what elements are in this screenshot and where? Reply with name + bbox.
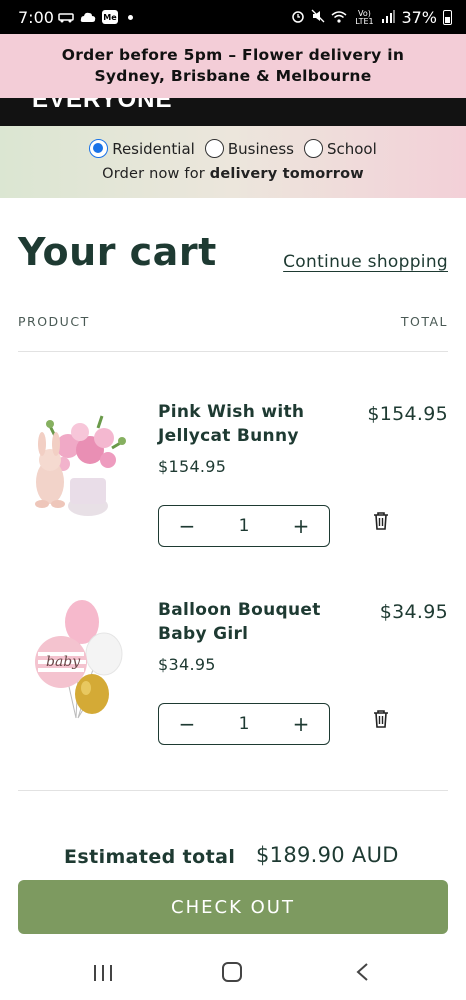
home-icon[interactable] bbox=[222, 962, 242, 982]
product-image-balloon-bouquet[interactable]: baby bbox=[28, 598, 128, 719]
notification-icon bbox=[58, 10, 74, 24]
network-label: Vo) LTE1 bbox=[355, 8, 374, 26]
quantity-increase-button[interactable]: + bbox=[273, 514, 329, 538]
quantity-increase-button[interactable]: + bbox=[273, 712, 329, 736]
quantity-stepper: − 1 + bbox=[158, 703, 330, 745]
checkout-button[interactable]: CHECK OUT bbox=[18, 880, 448, 934]
product-name[interactable]: Pink Wish with Jellycat Bunny bbox=[158, 400, 348, 448]
status-left-icons: Me bbox=[58, 10, 133, 24]
quantity-decrease-button[interactable]: − bbox=[159, 712, 215, 736]
radio-label: School bbox=[326, 139, 377, 158]
radio-label: Residential bbox=[112, 139, 195, 158]
more-notifications-dot bbox=[128, 14, 133, 20]
page-title: Your cart bbox=[18, 230, 217, 274]
site-header: EVERYONE bbox=[0, 98, 466, 126]
announcement-text: Order before 5pm – Flower delivery in Sy… bbox=[61, 46, 405, 85]
trash-icon[interactable] bbox=[372, 709, 390, 729]
radio-button[interactable] bbox=[204, 139, 224, 158]
quantity-value[interactable]: 1 bbox=[239, 714, 250, 734]
continue-shopping-link[interactable]: Continue shopping bbox=[283, 252, 448, 272]
status-right-icons: Vo) LTE1 37% bbox=[291, 8, 452, 27]
trash-icon[interactable] bbox=[372, 511, 390, 531]
quantity-decrease-button[interactable]: − bbox=[159, 514, 215, 538]
product-image-pink-wish[interactable] bbox=[28, 408, 128, 528]
radio-button[interactable] bbox=[303, 139, 323, 158]
quantity-value[interactable]: 1 bbox=[239, 516, 250, 536]
delivery-note-bold: delivery tomorrow bbox=[209, 166, 364, 182]
system-nav-bar bbox=[0, 946, 466, 1000]
divider bbox=[18, 790, 448, 791]
back-icon[interactable] bbox=[355, 962, 369, 986]
alarm-icon bbox=[291, 9, 305, 26]
cart-item: baby Balloon Bouquet Baby Girl $34.95 $3… bbox=[0, 588, 466, 768]
radio-business[interactable]: Business bbox=[204, 139, 294, 158]
column-header-total: TOTAL bbox=[400, 314, 448, 329]
announcement-bar: Order before 5pm – Flower delivery in Sy… bbox=[0, 34, 466, 98]
svg-text:baby: baby bbox=[46, 654, 81, 670]
product-unit-price: $34.95 bbox=[158, 655, 216, 674]
product-name[interactable]: Balloon Bouquet Baby Girl bbox=[158, 598, 348, 646]
status-bar: 7:00 Me Vo) LTE1 37% bbox=[0, 0, 466, 34]
divider bbox=[18, 351, 448, 352]
battery-icon bbox=[443, 10, 452, 25]
radio-school[interactable]: School bbox=[303, 139, 377, 158]
column-header-product: PRODUCT bbox=[18, 314, 90, 329]
customer-type-bar: Residential Business School Order now fo… bbox=[0, 126, 466, 198]
customer-type-radios: Residential Business School bbox=[0, 139, 466, 158]
wifi-icon bbox=[331, 10, 347, 26]
quantity-stepper: − 1 + bbox=[158, 505, 330, 547]
radio-label: Business bbox=[227, 139, 294, 158]
me-icon: Me bbox=[102, 10, 118, 24]
radio-residential[interactable]: Residential bbox=[89, 139, 195, 158]
product-line-total: $154.95 bbox=[367, 403, 448, 425]
signal-icon bbox=[381, 9, 396, 26]
recent-apps-icon[interactable] bbox=[93, 964, 113, 986]
product-line-total: $34.95 bbox=[379, 601, 448, 623]
delivery-note-prefix: Order now for bbox=[102, 166, 210, 182]
cart-item: Pink Wish with Jellycat Bunny $154.95 $1… bbox=[0, 390, 466, 570]
battery-percent: 37% bbox=[401, 8, 437, 27]
product-unit-price: $154.95 bbox=[158, 457, 227, 476]
estimated-total-value: $189.90 AUD bbox=[256, 843, 399, 867]
mute-icon bbox=[311, 9, 325, 26]
radio-button[interactable] bbox=[89, 139, 109, 158]
estimated-total-label: Estimated total bbox=[64, 846, 236, 868]
status-time: 7:00 bbox=[18, 8, 54, 27]
cloud-icon bbox=[80, 10, 96, 24]
site-logo[interactable]: EVERYONE bbox=[32, 98, 172, 114]
delivery-note: Order now for delivery tomorrow bbox=[0, 166, 466, 182]
